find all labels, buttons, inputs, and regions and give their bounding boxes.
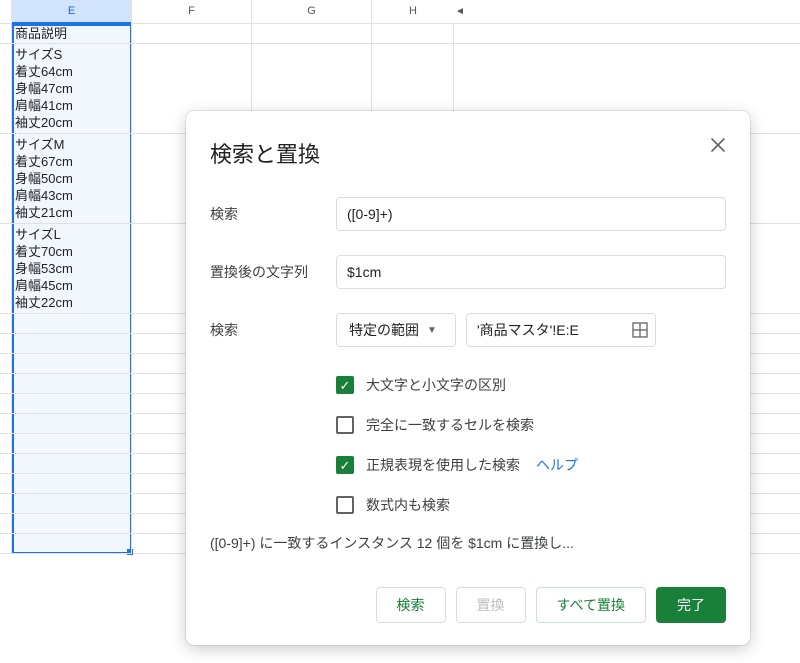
regex-checkbox[interactable]: ✓ <box>336 456 354 474</box>
done-button[interactable]: 完了 <box>656 587 726 623</box>
row-header[interactable] <box>0 314 12 334</box>
cell[interactable] <box>12 434 132 454</box>
match-case-checkbox[interactable]: ✓ <box>336 376 354 394</box>
cell[interactable] <box>12 494 132 514</box>
cell[interactable]: サイズM 着丈67cm 身幅50cm 肩幅43cm 袖丈21cm <box>12 134 132 224</box>
check-icon: ✓ <box>340 459 351 472</box>
regex-label: 正規表現を使用した検索 <box>366 455 520 475</box>
status-message: ([0-9]+) に一致するインスタンス 12 個を $1cm に置換し... <box>210 533 726 553</box>
match-entire-checkbox[interactable] <box>336 416 354 434</box>
cell[interactable] <box>12 514 132 534</box>
check-icon: ✓ <box>340 379 351 392</box>
cell[interactable] <box>12 354 132 374</box>
scope-label: 検索 <box>210 320 336 340</box>
find-label: 検索 <box>210 204 336 224</box>
scope-dropdown[interactable]: 特定の範囲 ▼ <box>336 313 456 347</box>
find-replace-dialog: 検索と置換 検索 置換後の文字列 検索 特定の範囲 ▼ <box>186 111 750 645</box>
replace-label: 置換後の文字列 <box>210 262 336 282</box>
formulas-label: 数式内も検索 <box>366 495 450 515</box>
column-header-h[interactable]: H <box>372 0 454 23</box>
row-header[interactable] <box>0 394 12 414</box>
range-input[interactable] <box>466 313 656 347</box>
scroll-right-indicator[interactable]: ◄ <box>454 0 466 23</box>
cell[interactable] <box>12 414 132 434</box>
row-header[interactable] <box>0 454 12 474</box>
column-header-f[interactable]: F <box>132 0 252 23</box>
column-e-cells[interactable]: 商品説明サイズS 着丈64cm 身幅47cm 肩幅41cm 袖丈20cmサイズM… <box>12 24 132 554</box>
cell[interactable] <box>12 374 132 394</box>
match-case-label: 大文字と小文字の区別 <box>366 375 506 395</box>
select-all-corner[interactable] <box>0 0 12 23</box>
replace-all-button[interactable]: すべて置換 <box>536 587 646 623</box>
close-icon[interactable] <box>710 137 726 156</box>
row-header[interactable] <box>0 494 12 514</box>
row-header[interactable] <box>0 224 12 314</box>
row-header[interactable] <box>0 434 12 454</box>
select-range-icon[interactable] <box>632 322 648 338</box>
dialog-title: 検索と置換 <box>210 137 320 169</box>
row-header[interactable] <box>0 474 12 494</box>
row-header[interactable] <box>0 44 12 134</box>
row-header[interactable] <box>0 134 12 224</box>
scope-dropdown-value: 特定の範囲 <box>349 320 419 340</box>
chevron-down-icon: ▼ <box>427 325 437 336</box>
row-header[interactable] <box>0 334 12 354</box>
cell[interactable]: サイズL 着丈70cm 身幅53cm 肩幅45cm 袖丈22cm <box>12 224 132 314</box>
replace-input[interactable] <box>336 255 726 289</box>
cell[interactable] <box>12 474 132 494</box>
cell[interactable] <box>12 314 132 334</box>
column-header-g[interactable]: G <box>252 0 372 23</box>
cell[interactable]: サイズS 着丈64cm 身幅47cm 肩幅41cm 袖丈20cm <box>12 44 132 134</box>
row-header[interactable] <box>0 24 12 44</box>
row-header[interactable] <box>0 534 12 554</box>
match-entire-label: 完全に一致するセルを検索 <box>366 415 534 435</box>
row-header[interactable] <box>0 414 12 434</box>
formulas-checkbox[interactable] <box>336 496 354 514</box>
replace-button[interactable]: 置換 <box>456 587 526 623</box>
find-button[interactable]: 検索 <box>376 587 446 623</box>
row-header[interactable] <box>0 514 12 534</box>
column-headers: E F G H ◄ <box>0 0 800 24</box>
cell[interactable]: 商品説明 <box>12 24 132 44</box>
row-header[interactable] <box>0 374 12 394</box>
cell[interactable] <box>12 334 132 354</box>
cell[interactable] <box>12 454 132 474</box>
regex-help-link[interactable]: ヘルプ <box>536 455 578 475</box>
column-header-e[interactable]: E <box>12 0 132 23</box>
cell[interactable] <box>12 534 132 554</box>
find-input[interactable] <box>336 197 726 231</box>
cell[interactable] <box>12 394 132 414</box>
row-header[interactable] <box>0 354 12 374</box>
